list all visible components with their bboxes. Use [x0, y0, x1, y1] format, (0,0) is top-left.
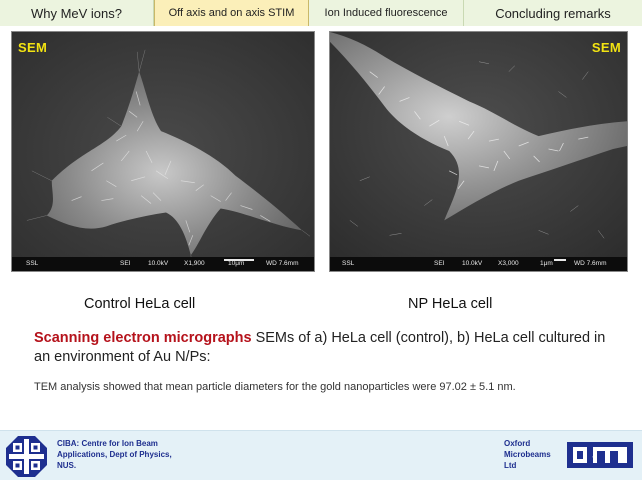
databar-kv: 10.0kV [462, 260, 483, 267]
databar-mode: SEI [120, 260, 131, 267]
scale-bar-right [554, 259, 566, 261]
sem-image-control-hela: SEM SSL SEI 10.0kV X1,900 10μm WD 7.6mm [11, 31, 315, 272]
slide-footer: CIBA: Centre for Ion Beam Applications, … [0, 430, 642, 480]
sem-label-right: SEM [591, 40, 621, 55]
databar-magnification: X3,000 [498, 260, 519, 267]
section-tab-bar: Why MeV ions? Off axis and on axis STIM … [0, 0, 642, 26]
databar-scale: 10μm [228, 260, 245, 267]
oxford-microbeams-text: Oxford Microbeams Ltd [504, 439, 551, 470]
databar-scale: 1μm [540, 260, 553, 267]
tab-why-mev-ions[interactable]: Why MeV ions? [0, 0, 154, 26]
databar-magnification: X1,900 [184, 260, 205, 267]
sem-databar-left: SSL SEI 10.0kV X1,900 10μm WD 7.6mm [12, 257, 314, 271]
databar-detector: SSL [342, 260, 355, 267]
oxford-microbeams-logo-icon [567, 442, 633, 468]
page-number: 7 [592, 455, 598, 465]
databar-working-distance: WD 7.6mm [266, 260, 299, 267]
sem-databar-right: SSL SEI 10.0kV X3,000 1μm WD 7.6mm [330, 257, 627, 271]
tab-off-axis-on-axis-stim[interactable]: Off axis and on axis STIM [154, 0, 309, 26]
databar-detector: SSL [26, 260, 39, 267]
scale-bar-left [224, 259, 254, 261]
sem-label-left: SEM [18, 40, 48, 55]
databar-working-distance: WD 7.6mm [574, 260, 607, 267]
ciba-footer-text: CIBA: Centre for Ion Beam Applications, … [57, 439, 172, 470]
control-cell-micrograph [12, 32, 314, 271]
np-cell-micrograph [330, 32, 627, 271]
ciba-logo-icon [6, 436, 47, 477]
databar-mode: SEI [434, 260, 445, 267]
tem-analysis-note: TEM analysis showed that mean particle d… [34, 381, 516, 393]
tab-ion-induced-fluorescence[interactable]: Ion Induced fluorescence [309, 0, 464, 26]
caption-control-hela: Control HeLa cell [84, 296, 196, 312]
tab-concluding-remarks[interactable]: Concluding remarks [464, 0, 642, 26]
caption-np-hela: NP HeLa cell [408, 296, 493, 312]
description-highlight: Scanning electron micrographs [34, 330, 252, 346]
description-paragraph: Scanning electron micrographs SEMs of a)… [34, 329, 624, 367]
databar-kv: 10.0kV [148, 260, 169, 267]
sem-image-np-hela: SEM SSL SEI 10.0kV X3,000 1μm WD 7.6mm [329, 31, 628, 272]
